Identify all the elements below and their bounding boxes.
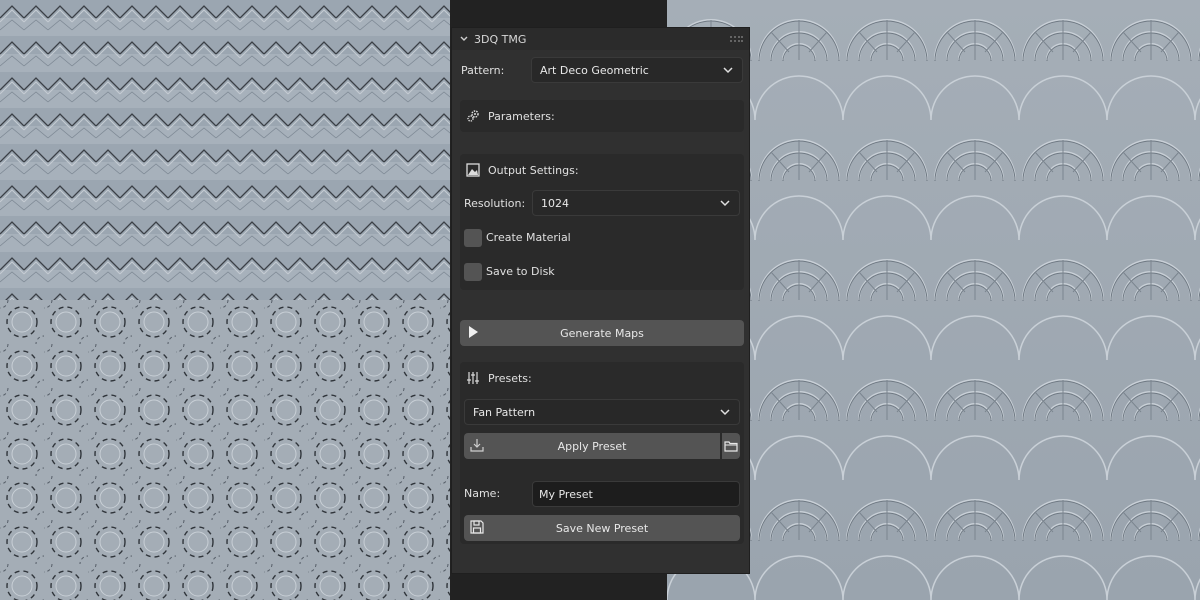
pattern-dropdown[interactable]: Art Deco Geometric (531, 57, 743, 83)
parameters-title: Parameters: (488, 109, 555, 123)
resolution-dropdown[interactable]: 1024 (532, 190, 740, 216)
zigzag-texture-preview (0, 0, 450, 300)
sliders-icon (467, 372, 479, 384)
chevron-down-icon (720, 200, 730, 207)
presets-header: Presets: (466, 371, 532, 385)
generate-maps-label: Generate Maps (560, 326, 644, 340)
chevron-down-icon[interactable] (458, 33, 470, 45)
pattern-label: Pattern: (461, 64, 505, 77)
parameters-section[interactable]: Parameters: (460, 100, 744, 132)
gears-icon (467, 110, 479, 122)
save-new-preset-button[interactable]: Save New Preset (464, 515, 740, 541)
save-to-disk-checkbox[interactable] (464, 263, 482, 281)
floppy-disk-icon (470, 520, 484, 534)
output-settings-section: Output Settings: Resolution: 1024 Create… (460, 154, 744, 290)
preset-dropdown[interactable]: Fan Pattern (464, 399, 740, 425)
preset-name-label: Name: (464, 487, 501, 500)
preset-name-value: My Preset (539, 487, 593, 501)
preset-name-input[interactable]: My Preset (532, 481, 740, 507)
parameters-header: Parameters: (466, 109, 555, 123)
save-new-preset-label: Save New Preset (555, 521, 649, 535)
resolution-value: 1024 (541, 196, 569, 210)
create-material-checkbox[interactable] (464, 229, 482, 247)
apply-preset-button[interactable]: Apply Preset (464, 433, 720, 459)
save-to-disk-label[interactable]: Save to Disk (486, 265, 555, 278)
folder-icon (724, 441, 738, 452)
presets-section: Presets: Fan Pattern Apply Preset Name: (460, 362, 744, 544)
tmg-panel: 3DQ TMG Pattern: Art Deco Geometric Para… (451, 27, 750, 574)
pattern-value: Art Deco Geometric (540, 63, 649, 77)
generate-maps-button[interactable]: Generate Maps (460, 320, 744, 346)
apply-preset-label: Apply Preset (557, 439, 627, 453)
chevron-down-icon (720, 409, 730, 416)
download-icon (470, 439, 484, 452)
panel-header[interactable]: 3DQ TMG (452, 28, 749, 50)
circle-texture-preview (0, 300, 450, 600)
resolution-label: Resolution: (464, 197, 526, 210)
panel-title: 3DQ TMG (474, 32, 527, 46)
chevron-down-icon (723, 67, 733, 74)
play-icon (469, 326, 478, 338)
create-material-label[interactable]: Create Material (486, 231, 571, 244)
output-settings-header: Output Settings: (466, 163, 579, 177)
image-icon (466, 163, 480, 177)
preset-value: Fan Pattern (473, 405, 536, 419)
presets-title: Presets: (488, 371, 532, 385)
browse-folder-button[interactable] (722, 433, 740, 459)
output-settings-title: Output Settings: (488, 163, 579, 177)
drag-grip-icon[interactable] (729, 35, 743, 43)
